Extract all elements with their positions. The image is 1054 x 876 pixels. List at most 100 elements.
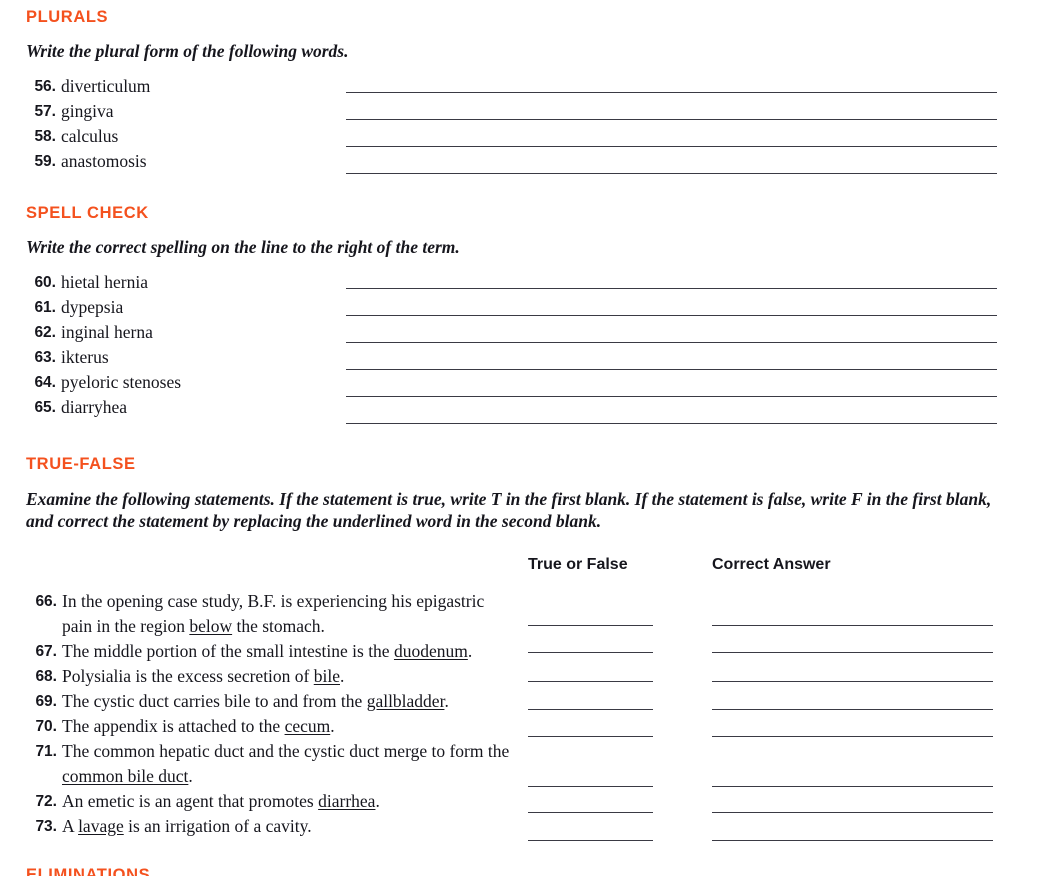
item-number: 73. bbox=[35, 818, 57, 835]
answer-blank-57[interactable] bbox=[346, 119, 997, 120]
statement-underlined-word: lavage bbox=[78, 816, 124, 836]
true-false-blank-68[interactable] bbox=[528, 681, 653, 682]
list-item: 73. A lavage is an irrigation of a cavit… bbox=[24, 814, 512, 839]
plurals-list: 56. diverticulum 57. gingiva 58. calculu… bbox=[24, 74, 150, 174]
instruction-true-false: Examine the following statements. If the… bbox=[26, 489, 992, 531]
statement-underlined-word: gallbladder bbox=[366, 691, 445, 711]
instruction-plurals: Write the plural form of the following w… bbox=[26, 41, 349, 61]
item-number: 71. bbox=[35, 743, 57, 760]
item-number: 65. bbox=[34, 399, 56, 416]
statement-after: . bbox=[330, 716, 335, 736]
correct-answer-blank-68[interactable] bbox=[712, 681, 993, 682]
list-item: 58. calculus bbox=[24, 124, 150, 149]
statement-after: . bbox=[375, 791, 380, 811]
list-item: 72. An emetic is an agent that promotes … bbox=[24, 789, 512, 814]
answer-blank-63[interactable] bbox=[346, 369, 997, 370]
item-number: 56. bbox=[34, 78, 56, 95]
item-term: anastomosis bbox=[61, 151, 147, 171]
item-statement: A lavage is an irrigation of a cavity. bbox=[62, 814, 312, 839]
item-number: 64. bbox=[34, 374, 56, 391]
item-statement: In the opening case study, B.F. is exper… bbox=[62, 589, 512, 639]
answer-blank-64[interactable] bbox=[346, 396, 997, 397]
list-item: 56. diverticulum bbox=[24, 74, 150, 99]
correct-answer-blank-72[interactable] bbox=[712, 812, 993, 813]
column-header-correct-answer: Correct Answer bbox=[712, 556, 831, 573]
column-header-true-or-false: True or False bbox=[528, 556, 628, 573]
correct-answer-blank-66[interactable] bbox=[712, 625, 993, 626]
true-false-blank-72[interactable] bbox=[528, 812, 653, 813]
list-item: 61. dypepsia bbox=[24, 295, 181, 320]
statement-after: the stomach. bbox=[232, 616, 325, 636]
true-false-blank-66[interactable] bbox=[528, 625, 653, 626]
statement-after: . bbox=[340, 666, 345, 686]
section-heading-true-false: TRUE-FALSE bbox=[26, 455, 136, 473]
true-false-blank-67[interactable] bbox=[528, 652, 653, 653]
item-term: diverticulum bbox=[61, 76, 151, 96]
true-false-list: 66. In the opening case study, B.F. is e… bbox=[24, 589, 512, 839]
item-number: 67. bbox=[35, 643, 57, 660]
correct-answer-blank-73[interactable] bbox=[712, 840, 993, 841]
section-heading-plurals: PLURALS bbox=[26, 8, 109, 26]
item-number: 62. bbox=[34, 324, 56, 341]
item-term: gingiva bbox=[61, 101, 114, 121]
item-number: 59. bbox=[34, 153, 56, 170]
correct-answer-blank-71[interactable] bbox=[712, 786, 993, 787]
item-number: 61. bbox=[34, 299, 56, 316]
true-false-blank-73[interactable] bbox=[528, 840, 653, 841]
list-item: 66. In the opening case study, B.F. is e… bbox=[24, 589, 512, 639]
true-false-blank-69[interactable] bbox=[528, 709, 653, 710]
item-number: 60. bbox=[34, 274, 56, 291]
item-number: 70. bbox=[35, 718, 57, 735]
list-item: 60. hietal hernia bbox=[24, 270, 181, 295]
statement-after: . bbox=[467, 641, 473, 661]
list-item: 62. inginal herna bbox=[24, 320, 181, 345]
list-item: 68. Polysialia is the excess secretion o… bbox=[24, 664, 512, 689]
answer-blank-58[interactable] bbox=[346, 146, 997, 147]
list-item: 64. pyeloric stenoses bbox=[24, 370, 181, 395]
statement-after: . bbox=[444, 691, 449, 711]
statement-before: The middle portion of the small intestin… bbox=[62, 641, 394, 661]
statement-underlined-word: bile bbox=[313, 666, 340, 686]
statement-before: A bbox=[62, 816, 79, 836]
item-number: 63. bbox=[34, 349, 56, 366]
true-false-blank-71[interactable] bbox=[528, 786, 653, 787]
list-item: 69. The cystic duct carries bile to and … bbox=[24, 689, 512, 714]
item-statement: The appendix is attached to the cecum. bbox=[62, 714, 335, 739]
statement-underlined-word: diarrhea bbox=[318, 791, 376, 811]
statement-underlined-word: duodenum bbox=[393, 641, 468, 661]
item-term: dypepsia bbox=[61, 297, 124, 317]
list-item: 59. anastomosis bbox=[24, 149, 150, 174]
list-item: 70. The appendix is attached to the cecu… bbox=[24, 714, 512, 739]
statement-before: The common hepatic duct and the cystic d… bbox=[62, 741, 510, 761]
item-number: 69. bbox=[35, 693, 57, 710]
statement-before: The appendix is attached to the bbox=[62, 716, 285, 736]
answer-blank-60[interactable] bbox=[346, 288, 997, 289]
item-statement: The middle portion of the small intestin… bbox=[62, 639, 472, 664]
statement-underlined-word: cecum bbox=[284, 716, 331, 736]
item-number: 66. bbox=[35, 593, 57, 610]
section-heading-eliminations: ELIMINATIONS bbox=[26, 866, 151, 876]
worksheet-page: PLURALS Write the plural form of the fol… bbox=[0, 0, 1054, 876]
item-statement: The common hepatic duct and the cystic d… bbox=[62, 739, 512, 789]
correct-answer-blank-69[interactable] bbox=[712, 709, 993, 710]
statement-underlined-word: common bile duct bbox=[62, 766, 189, 786]
true-false-blank-70[interactable] bbox=[528, 736, 653, 737]
item-number: 58. bbox=[34, 128, 56, 145]
list-item: 67. The middle portion of the small inte… bbox=[24, 639, 512, 664]
section-heading-spell-check: SPELL CHECK bbox=[26, 204, 149, 222]
correct-answer-blank-67[interactable] bbox=[712, 652, 993, 653]
statement-before: An emetic is an agent that promotes bbox=[62, 791, 319, 811]
item-statement: Polysialia is the excess secretion of bi… bbox=[62, 664, 344, 689]
item-term: pyeloric stenoses bbox=[61, 372, 182, 392]
correct-answer-blank-70[interactable] bbox=[712, 736, 993, 737]
answer-blank-65[interactable] bbox=[346, 423, 997, 424]
answer-blank-56[interactable] bbox=[346, 92, 997, 93]
answer-blank-62[interactable] bbox=[346, 342, 997, 343]
item-term: calculus bbox=[61, 126, 119, 146]
list-item: 63. ikterus bbox=[24, 345, 181, 370]
answer-blank-59[interactable] bbox=[346, 173, 997, 174]
item-term: ikterus bbox=[61, 347, 109, 367]
statement-before: Polysialia is the excess secretion of bbox=[62, 666, 314, 686]
item-term: diarryhea bbox=[61, 397, 128, 417]
answer-blank-61[interactable] bbox=[346, 315, 997, 316]
